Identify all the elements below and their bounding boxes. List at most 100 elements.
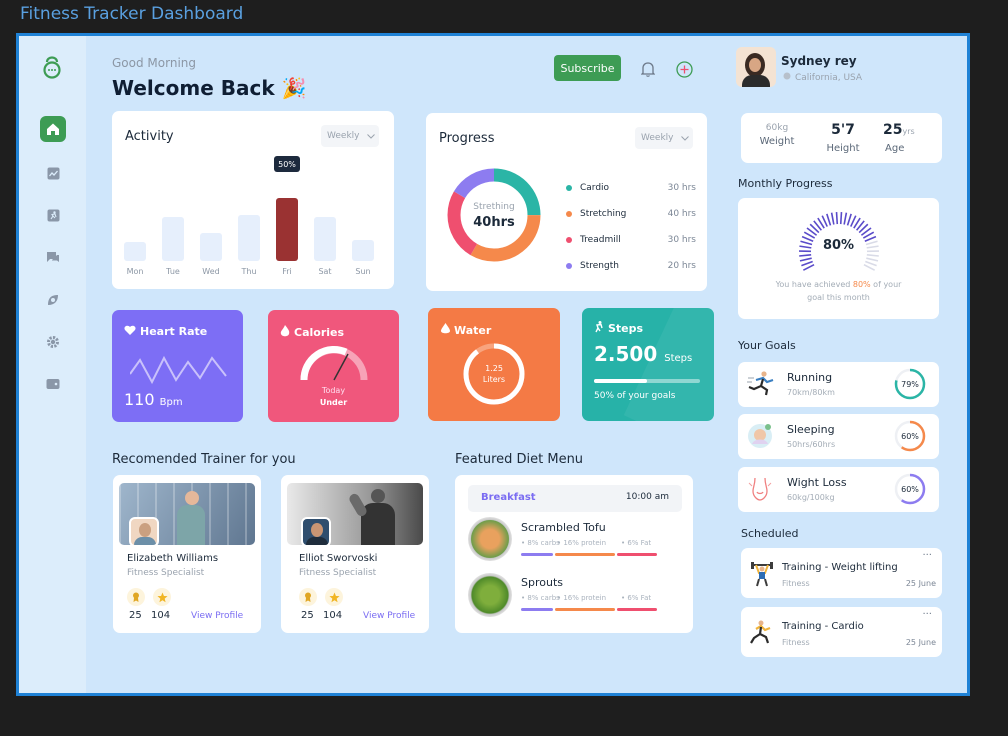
activity-bar[interactable]: [162, 217, 184, 261]
trainer-role: Fitness Specialist: [127, 568, 205, 578]
greeting: Good Morning: [112, 56, 196, 70]
steps-card[interactable]: Steps 2.500 Steps 50% of your goals: [582, 308, 714, 421]
legend-dot: [566, 211, 572, 217]
goal-name: Running: [787, 371, 833, 384]
schedule-name: Training - Cardio: [782, 621, 864, 632]
height-value: 5'7: [831, 122, 855, 138]
steps-progress-track: [594, 379, 700, 383]
sidebar-item-settings[interactable]: [40, 329, 66, 355]
water-card[interactable]: Water 1.25 Liters: [428, 308, 560, 421]
heart-rate-card[interactable]: Heart Rate 110 Bpm: [112, 310, 243, 422]
fat-bar: [617, 553, 657, 556]
goal-percent: 79%: [901, 380, 919, 389]
donut-center-value: 40hrs: [473, 215, 515, 230]
sidebar-item-wallet[interactable]: [40, 371, 66, 397]
activity-tick-label: Tue: [166, 267, 180, 276]
home-icon: [47, 123, 59, 135]
goal-name: Wight Loss: [787, 476, 847, 489]
chevron-down-icon: [681, 135, 690, 141]
heart-wave: [130, 355, 227, 385]
goal-detail: 70km/80km: [787, 388, 835, 397]
page-title: Welcome Back 🎉: [112, 76, 307, 100]
activity-bar[interactable]: [124, 241, 146, 261]
schedule-type: Fitness: [782, 638, 810, 647]
sidebar-item-nutrition[interactable]: [40, 287, 66, 313]
steps-value: 2.500 Steps: [594, 342, 693, 366]
location-pin-icon: [783, 72, 791, 80]
bell-icon[interactable]: [640, 61, 656, 81]
trainer-stat-2: 104: [323, 610, 343, 621]
water-value: 1.25: [485, 364, 503, 373]
sidebar-item-stats[interactable]: [40, 160, 66, 186]
sidebar-item-home[interactable]: [40, 116, 66, 142]
scheduled-title: Scheduled: [741, 527, 799, 540]
gauge-tick: [835, 212, 839, 225]
activity-bar[interactable]: [238, 215, 260, 261]
view-profile-link[interactable]: View Profile: [191, 611, 243, 621]
height-label: Height: [826, 143, 860, 154]
schedule-type: Fitness: [782, 579, 810, 588]
sidebar-item-messages[interactable]: [40, 244, 66, 270]
gauge-tick: [801, 260, 813, 267]
wallet-icon: [46, 379, 60, 389]
goal-item[interactable]: Sleeping 50hrs/60hrs 60%: [738, 414, 939, 459]
diet-card: Breakfast 10:00 am Scrambled Tofu • 8% c…: [455, 475, 693, 633]
trainer-card[interactable]: Elliot Sworvoski Fitness Specialist 25 1…: [281, 475, 429, 633]
activity-bar[interactable]: [200, 232, 222, 261]
steps-progress-fill: [594, 379, 647, 383]
chart-icon: [47, 167, 59, 179]
trainer-card[interactable]: Elizabeth Williams Fitness Specialist 25…: [113, 475, 261, 633]
activity-tick-label: Mon: [126, 267, 144, 276]
schedule-item[interactable]: Training - Cardio Fitness 25 June ···: [741, 607, 942, 657]
goal-item[interactable]: Wight Loss 60kg/100kg 60%: [738, 467, 939, 512]
goal-percent: 60%: [901, 485, 919, 494]
more-icon[interactable]: ···: [922, 609, 932, 620]
legend-dot: [566, 237, 572, 243]
legend-label: Treadmill: [580, 235, 621, 245]
age-value: 25yrs: [883, 122, 915, 138]
activity-period-select[interactable]: Weekly: [321, 125, 379, 147]
party-emoji-icon: 🎉: [281, 76, 307, 100]
goal-detail: 50hrs/60hrs: [787, 440, 836, 449]
schedule-item[interactable]: Training - Weight lifting Fitness 25 Jun…: [741, 548, 942, 598]
donut-center-label: Strething: [473, 202, 515, 212]
gauge-tick: [863, 263, 876, 271]
food-macros: • 8% carbs• 16% protein • 6% Fat: [521, 539, 652, 547]
activity-bar[interactable]: [352, 239, 374, 261]
food-image: [468, 517, 512, 561]
profile-name: Sydney rey: [781, 54, 857, 68]
protein-bar: [555, 608, 615, 611]
calories-sub2: Under: [319, 398, 348, 407]
calories-card[interactable]: Calories Today Under: [268, 310, 399, 422]
food-name: Scrambled Tofu: [521, 521, 606, 534]
diet-title: Featured Diet Menu: [455, 452, 584, 467]
activity-tick-label: Fri: [282, 267, 292, 276]
bar-tooltip: 50%: [274, 156, 300, 172]
activity-bar[interactable]: [314, 217, 336, 261]
activity-bar[interactable]: [276, 197, 298, 261]
meal-header[interactable]: Breakfast 10:00 am: [468, 485, 682, 512]
leaf-icon: [48, 295, 58, 305]
avatar[interactable]: [736, 47, 776, 87]
legend-value: 40 hrs: [667, 209, 696, 219]
progress-title: Progress: [439, 131, 495, 146]
weight-label: Weight: [759, 136, 795, 147]
view-profile-link[interactable]: View Profile: [363, 611, 415, 621]
trainer-role: Fitness Specialist: [299, 568, 377, 578]
calories-title: Calories: [280, 325, 344, 339]
sidebar-item-workout[interactable]: [40, 202, 66, 228]
gauge-tick: [866, 253, 879, 257]
monthly-card: 80% You have achieved 80% of your goal t…: [738, 198, 939, 319]
trainer-name: Elizabeth Williams: [127, 553, 219, 564]
trainer-stat-1: 25: [129, 610, 142, 621]
add-icon[interactable]: [676, 61, 693, 82]
more-icon[interactable]: ···: [922, 550, 932, 561]
goal-detail: 60kg/100kg: [787, 493, 835, 502]
goal-item[interactable]: Running 70km/80km 79%: [738, 362, 939, 407]
progress-period-select[interactable]: Weekly: [635, 127, 693, 149]
subscribe-button[interactable]: Subscribe: [554, 55, 621, 81]
gauge-tick: [846, 213, 852, 226]
gauge-tick: [866, 257, 879, 262]
activity-tick-label: Sat: [318, 267, 332, 276]
weight-value: 60kg: [765, 123, 789, 133]
